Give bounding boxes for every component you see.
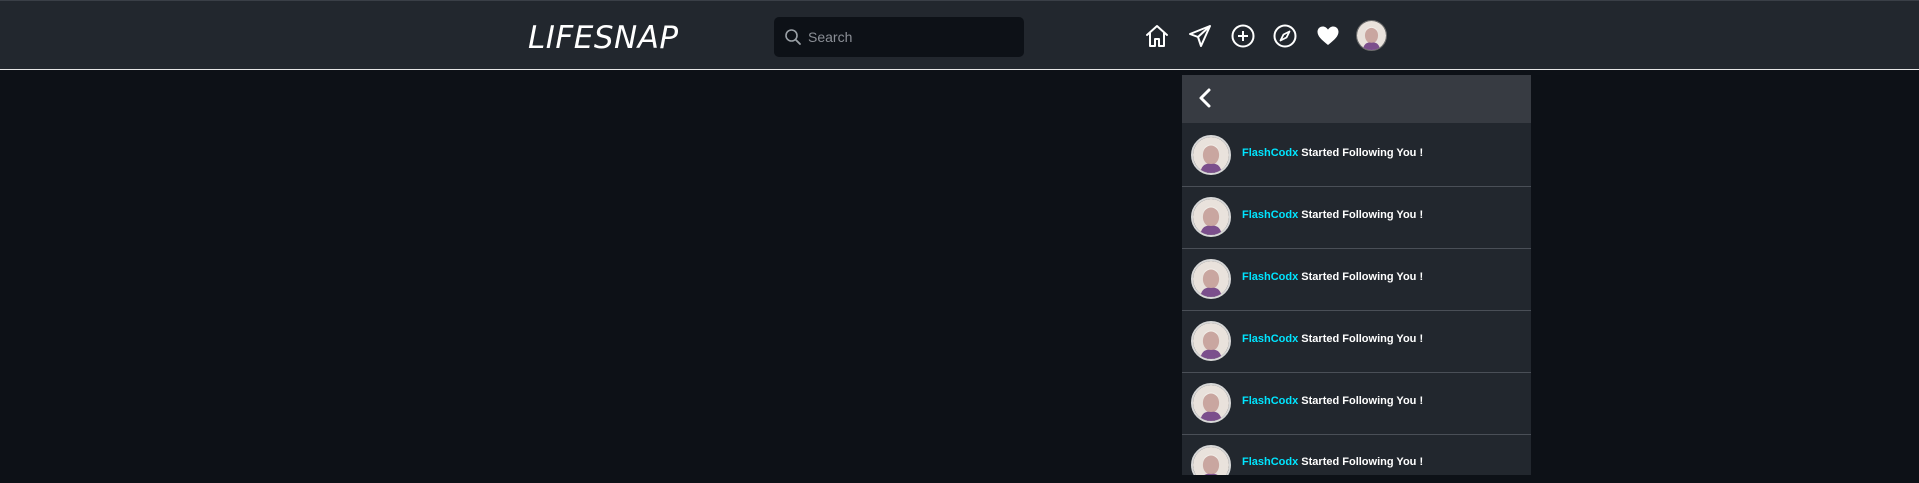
notification-text: FlashCodx Started Following You ! bbox=[1242, 147, 1423, 159]
notification-avatar[interactable] bbox=[1191, 197, 1231, 237]
search-icon bbox=[785, 29, 801, 45]
notification-message: Started Following You ! bbox=[1301, 147, 1424, 159]
notification-message: Started Following You ! bbox=[1301, 209, 1424, 221]
notification-text: FlashCodx Started Following You ! bbox=[1242, 395, 1423, 407]
user-avatar-image bbox=[1193, 385, 1229, 421]
heart-icon bbox=[1317, 26, 1339, 45]
notification-text: FlashCodx Started Following You ! bbox=[1242, 209, 1423, 221]
notification-text: FlashCodx Started Following You ! bbox=[1242, 456, 1423, 468]
notification-item[interactable]: FlashCodx Started Following You ! bbox=[1182, 373, 1531, 435]
add-post-icon bbox=[1231, 24, 1255, 48]
notifications-button[interactable] bbox=[1313, 21, 1343, 51]
top-navbar: LIFESNAP bbox=[0, 0, 1919, 70]
notification-message: Started Following You ! bbox=[1301, 333, 1424, 345]
notification-avatar[interactable] bbox=[1191, 445, 1231, 475]
home-button[interactable] bbox=[1142, 21, 1172, 51]
notification-username[interactable]: FlashCodx bbox=[1242, 147, 1298, 159]
back-arrow-icon[interactable] bbox=[1193, 85, 1219, 111]
user-avatar-image bbox=[1193, 447, 1229, 475]
notification-username[interactable]: FlashCodx bbox=[1242, 395, 1298, 407]
create-post-button[interactable] bbox=[1228, 21, 1258, 51]
notification-avatar[interactable] bbox=[1191, 321, 1231, 361]
notification-item[interactable]: FlashCodx Started Following You ! bbox=[1182, 435, 1531, 475]
notification-message: Started Following You ! bbox=[1301, 456, 1424, 468]
user-avatar-image bbox=[1193, 199, 1229, 235]
profile-avatar bbox=[1357, 21, 1386, 50]
notification-item[interactable]: FlashCodx Started Following You ! bbox=[1182, 249, 1531, 311]
notification-username[interactable]: FlashCodx bbox=[1242, 209, 1298, 221]
messages-button[interactable] bbox=[1185, 21, 1215, 51]
notification-username[interactable]: FlashCodx bbox=[1242, 271, 1298, 283]
app-logo[interactable]: LIFESNAP bbox=[528, 20, 679, 56]
notification-item[interactable]: FlashCodx Started Following You ! bbox=[1182, 187, 1531, 249]
home-icon bbox=[1146, 25, 1168, 47]
notification-text: FlashCodx Started Following You ! bbox=[1242, 271, 1423, 283]
notification-username[interactable]: FlashCodx bbox=[1242, 456, 1298, 468]
user-avatar-image bbox=[1193, 261, 1229, 297]
explore-icon bbox=[1273, 24, 1297, 48]
profile-avatar-button[interactable] bbox=[1356, 20, 1387, 51]
send-icon bbox=[1189, 25, 1211, 47]
notifications-panel-header bbox=[1182, 75, 1531, 123]
user-avatar-image bbox=[1193, 137, 1229, 173]
notification-item[interactable]: FlashCodx Started Following You ! bbox=[1182, 125, 1531, 187]
notification-message: Started Following You ! bbox=[1301, 395, 1424, 407]
notification-avatar[interactable] bbox=[1191, 259, 1231, 299]
explore-button[interactable] bbox=[1270, 21, 1300, 51]
notification-message: Started Following You ! bbox=[1301, 271, 1424, 283]
search-input[interactable] bbox=[804, 17, 1018, 57]
notification-avatar[interactable] bbox=[1191, 383, 1231, 423]
notifications-panel: FlashCodx Started Following You ! FlashC… bbox=[1182, 75, 1531, 475]
notification-text: FlashCodx Started Following You ! bbox=[1242, 333, 1423, 345]
notification-avatar[interactable] bbox=[1191, 135, 1231, 175]
notification-username[interactable]: FlashCodx bbox=[1242, 333, 1298, 345]
user-avatar-image bbox=[1193, 323, 1229, 359]
notification-item[interactable]: FlashCodx Started Following You ! bbox=[1182, 311, 1531, 373]
search-box[interactable] bbox=[774, 17, 1024, 57]
